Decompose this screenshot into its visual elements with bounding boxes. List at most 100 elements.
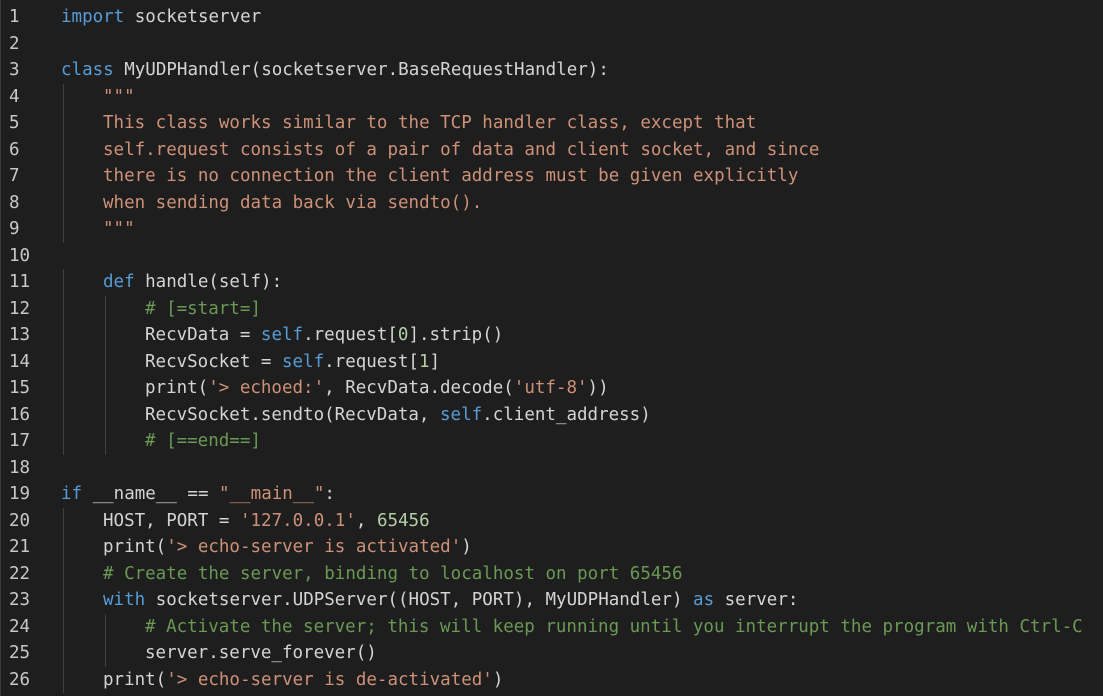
code-line[interactable]: 15 print('> echoed:', RecvData.decode('ut… <box>1 375 1103 402</box>
code-text: RecvSocket = self.request[1] <box>145 349 440 376</box>
code-token: .client_address) <box>482 404 651 425</box>
code-token: self <box>281 351 325 372</box>
line-number: 20 <box>9 510 31 531</box>
code-token: self <box>260 325 304 345</box>
code-line[interactable]: 17 # [==end==] <box>1 428 1103 455</box>
code-editor[interactable]: 1 import socketserver 2 3 class MyUDPHandler… <box>0 0 1103 696</box>
indent-guide <box>63 189 64 216</box>
code-text: class MyUDPHandler(socketserver.BaseRequ… <box>61 57 609 84</box>
code-text: """ <box>103 216 135 243</box>
code-line[interactable]: 10 <box>1 243 1103 270</box>
indent-guide <box>105 401 106 428</box>
code-text: print('> echo-server is activated') <box>103 534 472 561</box>
code-line[interactable]: 4 """ <box>1 83 1103 110</box>
code-token: # Create the server, binding to localhos… <box>103 563 683 584</box>
code-text: RecvSocket.sendto(RecvData, self.client_… <box>145 402 651 429</box>
line-number: 21 <box>9 537 31 557</box>
code-line[interactable]: 16 RecvSocket.sendto(RecvData, self.clien… <box>1 401 1103 429</box>
code-token: there is no connection the client addres… <box>103 166 799 186</box>
code-text: This class works similar to the TCP hand… <box>103 110 756 137</box>
code-text: there is no connection the client addres… <box>103 163 798 190</box>
code-line[interactable]: 18 <box>1 455 1103 482</box>
code-token: ].strip() <box>408 325 504 345</box>
code-line[interactable]: 13 RecvData = self.request[0].strip() <box>1 322 1103 349</box>
indent-guide <box>63 401 64 428</box>
code-line[interactable]: 9 """ <box>1 216 1103 243</box>
code-line[interactable]: 8 when sending data back via sendto(). <box>1 189 1103 217</box>
indent-guide <box>63 110 64 137</box>
indent-guide <box>63 640 64 667</box>
indent-guide <box>105 428 106 455</box>
code-token: RecvSocket = <box>145 351 282 372</box>
code-token: , <box>355 510 377 531</box>
code-token: # [==end==] <box>145 431 261 451</box>
code-token: class <box>61 60 114 80</box>
code-token: This class works similar to the TCP hand… <box>103 113 757 133</box>
code-token: RecvData = <box>145 325 261 345</box>
code-token: ) <box>492 669 504 690</box>
code-line[interactable]: 26 print('> echo-server is de-activated') <box>1 666 1103 694</box>
indent-guide <box>63 534 64 561</box>
code-token: def <box>103 272 135 292</box>
code-line[interactable]: 20 HOST, PORT = '127.0.0.1', 65456 <box>1 507 1103 534</box>
code-line[interactable]: 5 This class works similar to the TCP han… <box>1 110 1103 137</box>
indent-guide <box>105 295 106 322</box>
code-line[interactable]: 19 if __name__ == "__main__": <box>1 481 1103 508</box>
line-number: 13 <box>9 325 31 345</box>
indent-guide <box>63 216 64 243</box>
code-line[interactable]: 24 # Activate the server; this will keep … <box>1 613 1103 640</box>
code-token: self <box>440 404 483 425</box>
code-line[interactable]: 14 RecvSocket = self.request[1] <box>1 348 1103 376</box>
code-token: '127.0.0.1' <box>239 510 356 531</box>
indent-guide <box>63 269 64 296</box>
code-line[interactable]: 23 with socketserver.UDPServer((HOST, POR… <box>1 587 1103 614</box>
code-token: '> echo-server is de-activated' <box>166 669 493 690</box>
code-line[interactable]: 12 # [=start=] <box>1 295 1103 322</box>
line-number: 2 <box>9 33 20 54</box>
code-line[interactable]: 3 class MyUDPHandler(socketserver.BaseReq… <box>1 57 1103 84</box>
code-token: handle(self): <box>134 272 283 292</box>
code-token: as <box>693 590 715 610</box>
code-text: # Create the server, binding to localhos… <box>103 561 682 588</box>
code-token: 0 <box>397 325 409 345</box>
code-token: .request[ <box>303 325 398 345</box>
code-line[interactable]: 1 import socketserver <box>1 4 1103 31</box>
indent-guide <box>105 613 106 640</box>
code-token: if <box>61 484 83 504</box>
code-token: print( <box>103 537 167 557</box>
code-text: print('> echo-server is de-activated') <box>103 667 503 694</box>
code-token: import <box>61 7 125 27</box>
code-line[interactable]: 21 print('> echo-server is activated') <box>1 534 1103 561</box>
code-token: """ <box>103 86 135 107</box>
code-text: print('> echoed:', RecvData.decode('utf-… <box>145 375 609 402</box>
code-line[interactable]: 22 # Create the server, binding to localh… <box>1 560 1103 588</box>
code-line[interactable]: 2 <box>1 31 1103 58</box>
code-token: __name__ == <box>82 484 220 504</box>
line-number: 11 <box>9 272 31 292</box>
indent-guide <box>105 322 106 349</box>
line-number: 15 <box>9 378 31 398</box>
code-token: MyUDPHandler(socketserver.BaseRequestHan… <box>113 60 609 80</box>
code-text: when sending data back via sendto(). <box>103 190 482 217</box>
code-token: 'utf-8' <box>513 378 588 398</box>
indent-guide <box>63 428 64 455</box>
code-line[interactable]: 6 self.request consists of a pair of data… <box>1 136 1103 164</box>
line-number: 3 <box>9 60 20 80</box>
code-token: socketserver <box>124 7 262 27</box>
code-token: # Activate the server; this will keep ru… <box>145 616 1083 637</box>
indent-guide <box>105 348 106 375</box>
line-number: 5 <box>9 113 20 133</box>
indent-guide <box>63 666 64 693</box>
code-line[interactable]: 25 server.serve_forever() <box>1 640 1103 667</box>
code-token: with <box>103 590 146 610</box>
code-line[interactable]: 11 def handle(self): <box>1 269 1103 296</box>
code-token: '> echo-server is activated' <box>166 537 462 557</box>
code-token: .request[ <box>324 351 419 372</box>
code-line[interactable]: 7 there is no connection the client addre… <box>1 163 1103 190</box>
indent-guide <box>63 295 64 322</box>
code-text: self.request consists of a pair of data … <box>103 137 819 164</box>
code-text: def handle(self): <box>103 269 282 296</box>
line-number: 16 <box>9 404 31 425</box>
code-text: import socketserver <box>61 4 261 31</box>
line-number: 6 <box>9 139 20 160</box>
